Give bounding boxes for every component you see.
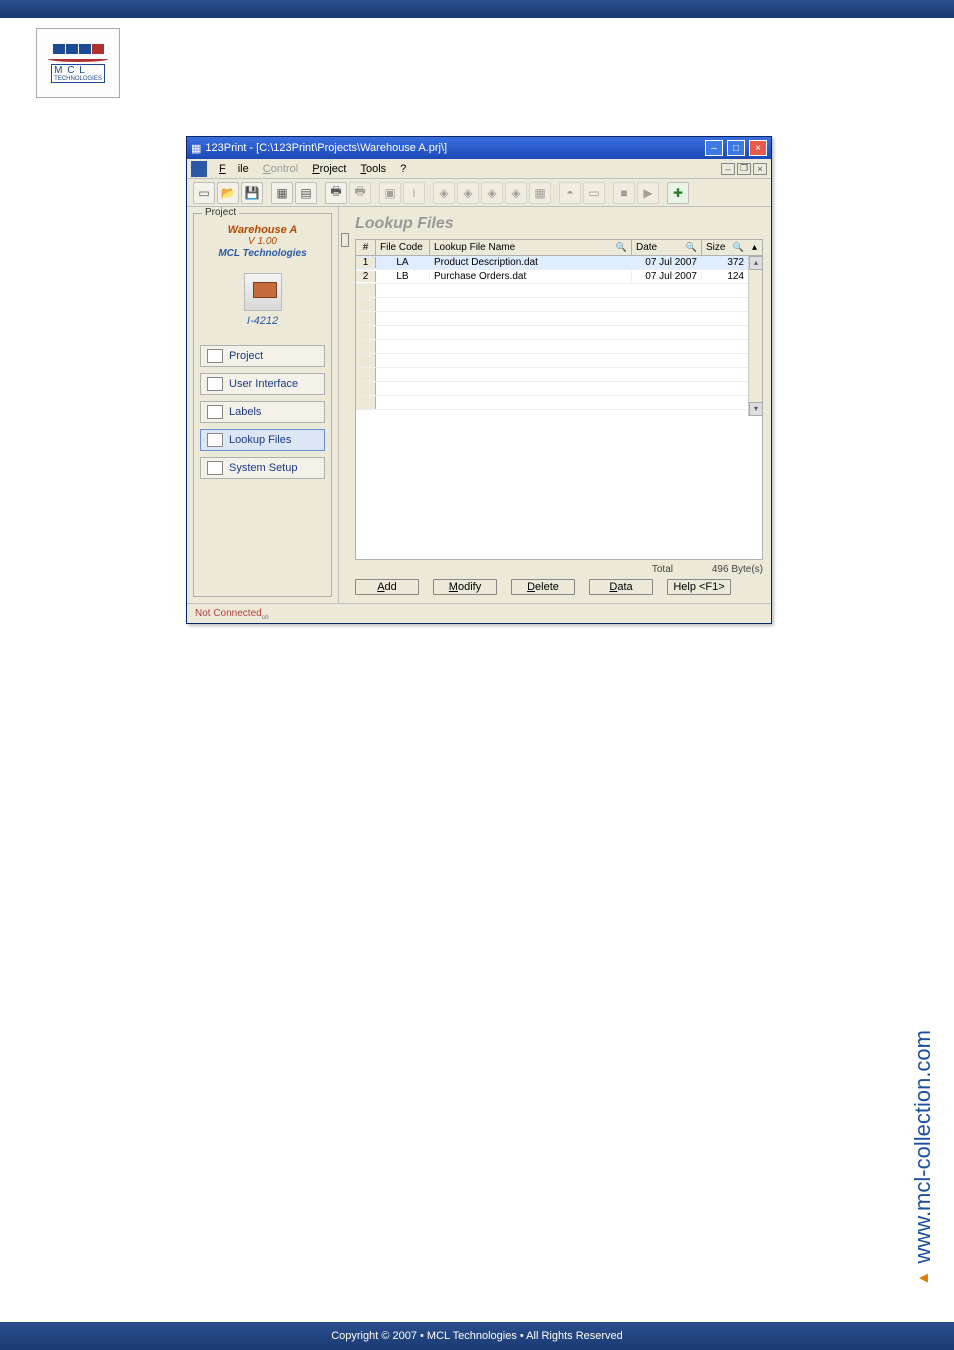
group4-icon: ◈ — [505, 182, 527, 204]
status-right: ∞ — [262, 604, 763, 623]
stop-icon: ■ — [613, 182, 635, 204]
nav-labels[interactable]: Labels — [200, 401, 325, 423]
project-vendor: MCL Technologies — [200, 248, 325, 259]
play-icon: ▶ — [637, 182, 659, 204]
project-nav-icon — [207, 349, 223, 363]
scroll-up-icon[interactable]: ▴ — [749, 256, 762, 270]
app-window: ▦ 123Print - [C:\123Print\Projects\Wareh… — [186, 136, 772, 624]
logo-letters: M C L — [54, 65, 86, 76]
scroll-down-icon[interactable]: ▾ — [749, 402, 762, 416]
nav-lookup-files[interactable]: Lookup Files — [200, 429, 325, 451]
mdi-system-icon[interactable] — [191, 161, 207, 177]
table-header: # File Code Lookup File Name🔍 Date🔍 Size… — [356, 240, 762, 256]
window-title: 123Print - [C:\123Print\Projects\Warehou… — [205, 142, 701, 154]
group3-icon: ◈ — [481, 182, 503, 204]
page-bottom-bar: Copyright © 2007 • MCL Technologies • Al… — [0, 1322, 954, 1350]
nav-labels-label: Labels — [229, 406, 261, 418]
printer-icon — [244, 273, 282, 311]
menu-project[interactable]: Project — [306, 162, 352, 176]
delete-button[interactable]: Delete — [511, 579, 575, 595]
mdi-minimize-button[interactable]: – — [721, 163, 735, 175]
minimize-button[interactable]: – — [705, 140, 723, 156]
titlebar: ▦ 123Print - [C:\123Print\Projects\Wareh… — [187, 137, 771, 159]
nav-lookup-label: Lookup Files — [229, 434, 291, 446]
statusbar: Not Connected ∞ — [187, 603, 771, 623]
total-value: 496 Byte(s) — [693, 564, 763, 575]
close-button[interactable]: × — [749, 140, 767, 156]
totals-row: Total 496 Byte(s) — [355, 564, 763, 575]
maximize-button[interactable]: □ — [727, 140, 745, 156]
scroll-header: ▴ — [748, 240, 762, 255]
search-icon[interactable]: 🔍 — [686, 242, 697, 253]
nav-system-label: System Setup — [229, 462, 297, 474]
printer-settings-icon: 🖶 — [349, 182, 371, 204]
menu-tools[interactable]: Tools — [354, 162, 392, 176]
lookup-table: # File Code Lookup File Name🔍 Date🔍 Size… — [355, 239, 763, 560]
menubar: File Control Project Tools ? – ❐ × — [187, 159, 771, 179]
col-date[interactable]: Date🔍 — [632, 240, 702, 255]
search-icon[interactable]: 🔍 — [616, 242, 627, 253]
tool-a-icon: ▣ — [379, 182, 401, 204]
table-scrollbar[interactable]: ▴ ▾ — [748, 256, 762, 416]
menu-help[interactable]: ? — [394, 162, 412, 176]
project-version: V 1.00 — [200, 236, 325, 247]
screens-icon[interactable]: ▤ — [295, 182, 317, 204]
ui-nav-icon — [207, 377, 223, 391]
nav-project-label: Project — [229, 350, 263, 362]
printer-model: I-4212 — [200, 315, 325, 327]
col-size[interactable]: Size🔍 — [702, 240, 748, 255]
monitor-icon: ▭ — [583, 182, 605, 204]
logo-small: TECHNOLOGIES — [54, 76, 102, 82]
toolbar: ▭ 📂 💾 ▦ ▤ 🖶 🖶 ▣ i ◈ ◈ ◈ ◈ ▦ ◓ ▭ ■ ▶ ✚ — [187, 179, 771, 207]
nav-project[interactable]: Project — [200, 345, 325, 367]
help-button[interactable]: Help <F1> — [667, 579, 731, 595]
printer-icon[interactable]: 🖶 — [325, 182, 347, 204]
lookup-nav-icon — [207, 433, 223, 447]
table-row[interactable]: 1 LA Product Description.dat 07 Jul 2007… — [356, 256, 762, 270]
nav-user-interface[interactable]: User Interface — [200, 373, 325, 395]
table-body: 1 LA Product Description.dat 07 Jul 2007… — [356, 256, 762, 416]
table-row[interactable]: 2 LB Purchase Orders.dat 07 Jul 2007 124 — [356, 270, 762, 284]
button-row: Add Modify Delete Data Help <F1> — [355, 579, 763, 595]
total-label: Total — [613, 564, 673, 575]
side-url: ▸ www.mcl-collection.com — [910, 1030, 936, 1290]
group5-icon: ▦ — [529, 182, 551, 204]
splitter-handle[interactable] — [339, 207, 349, 603]
col-name[interactable]: Lookup File Name🔍 — [430, 240, 632, 255]
nav-system-setup[interactable]: System Setup — [200, 457, 325, 479]
project-name: Warehouse A — [200, 224, 325, 236]
content-heading: Lookup Files — [355, 215, 763, 233]
page-top-bar — [0, 0, 954, 18]
status-left: Not Connected — [195, 608, 262, 619]
modify-button[interactable]: Modify — [433, 579, 497, 595]
new-icon[interactable]: ▭ — [193, 182, 215, 204]
add-button[interactable]: Add — [355, 579, 419, 595]
system-nav-icon — [207, 461, 223, 475]
project-group-label: Project — [202, 207, 239, 218]
content-area: Lookup Files # File Code Lookup File Nam… — [349, 207, 771, 603]
menu-control: Control — [257, 162, 304, 176]
left-panel: Project Warehouse A V 1.00 MCL Technolog… — [187, 207, 339, 603]
data-button[interactable]: Data — [589, 579, 653, 595]
mdi-restore-button[interactable]: ❐ — [737, 163, 751, 175]
app-icon: ▦ — [191, 142, 201, 155]
group2-icon: ◈ — [457, 182, 479, 204]
col-num[interactable]: # — [356, 240, 376, 255]
group1-icon: ◈ — [433, 182, 455, 204]
project-icon[interactable]: ▦ — [271, 182, 293, 204]
mdi-close-button[interactable]: × — [753, 163, 767, 175]
info-icon: i — [403, 182, 425, 204]
open-icon[interactable]: 📂 — [217, 182, 239, 204]
search-icon[interactable]: 🔍 — [733, 242, 744, 253]
menu-file[interactable]: File — [213, 162, 255, 176]
save-icon[interactable]: 💾 — [241, 182, 263, 204]
nav-ui-label: User Interface — [229, 378, 298, 390]
help-icon[interactable]: ✚ — [667, 182, 689, 204]
mcl-logo: M C L TECHNOLOGIES — [36, 28, 120, 98]
project-group: Project Warehouse A V 1.00 MCL Technolog… — [193, 213, 332, 597]
labels-nav-icon — [207, 405, 223, 419]
col-code[interactable]: File Code — [376, 240, 430, 255]
copyright: Copyright © 2007 • MCL Technologies • Al… — [331, 1330, 623, 1342]
clock-icon: ◓ — [559, 182, 581, 204]
